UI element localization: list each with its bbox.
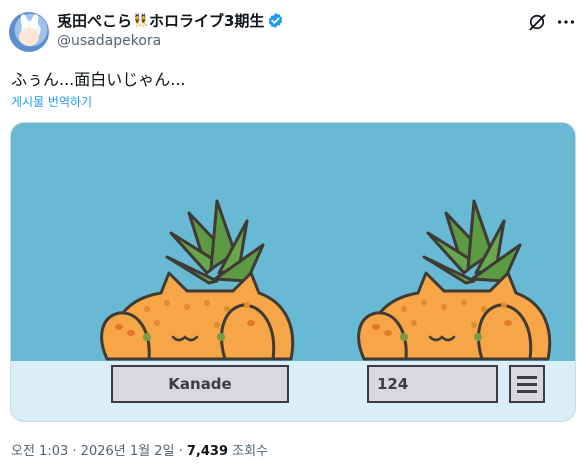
post-date[interactable]: 2026년 1월 2일 — [81, 444, 175, 459]
tweet-media-image[interactable]: Kanade 124 — [10, 122, 576, 422]
more-options-icon[interactable] — [555, 11, 577, 33]
author-avatar[interactable] — [9, 12, 49, 52]
avatar-face — [19, 28, 39, 46]
meta-separator: · — [178, 444, 183, 459]
translate-post-link[interactable]: 게시물 번역하기 — [11, 93, 92, 110]
meta-separator: · — [72, 444, 77, 459]
author-display-name[interactable]: 兎田ぺこら — [57, 10, 132, 31]
author-name-row[interactable]: 兎田ぺこら 👯 ホロライブ3期生 — [57, 10, 284, 30]
author-handle[interactable]: @usadapekora — [57, 33, 161, 49]
verified-badge-icon — [269, 12, 283, 28]
views-label: 조회수 — [232, 444, 269, 459]
image-number-field: 124 — [367, 365, 498, 403]
image-name-field: Kanade — [111, 365, 289, 403]
grok-icon[interactable] — [527, 12, 547, 32]
author-name-suffix[interactable]: ホロライブ3期生 — [149, 10, 264, 31]
twins-emoji-icon: 👯 — [133, 13, 148, 27]
tweet-text: ふぅん...面白いじゃん... — [11, 70, 186, 89]
hamburger-menu-icon — [509, 365, 545, 403]
menu-bar — [517, 382, 537, 386]
post-time[interactable]: 오전 1:03 — [11, 444, 68, 459]
views-count: 7,439 — [186, 444, 228, 459]
menu-bar — [517, 375, 537, 379]
tweet-metadata: 오전 1:03 · 2026년 1월 2일 · 7,439 조회수 — [11, 440, 268, 459]
menu-bar — [517, 389, 537, 393]
